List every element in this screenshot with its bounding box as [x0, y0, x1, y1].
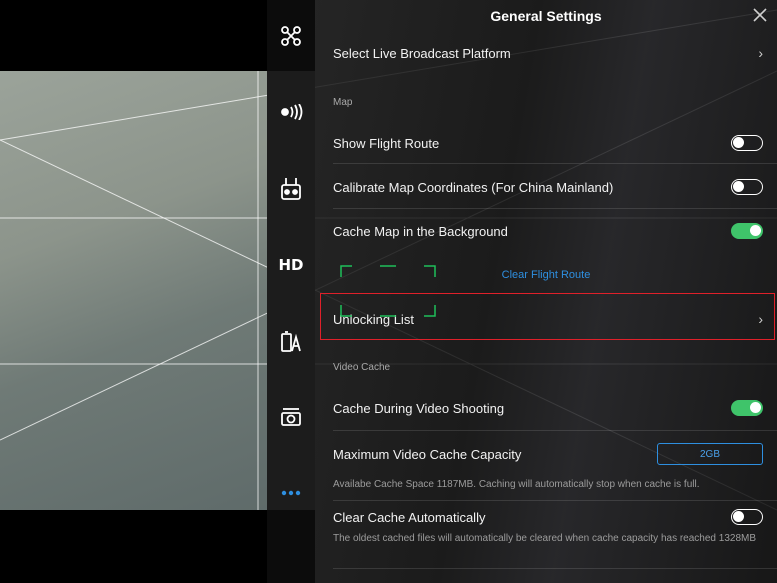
more-icon[interactable] — [267, 485, 315, 501]
show-flight-route-toggle[interactable] — [731, 135, 763, 151]
row-clear-cache-auto: Clear Cache Automatically — [315, 504, 777, 530]
section-header-video-cache: Video Cache — [333, 362, 391, 373]
battery-warning-icon[interactable] — [267, 330, 315, 354]
rail-background — [267, 71, 315, 510]
row-max-video-cache: Maximum Video Cache Capacity 2GB — [315, 440, 777, 468]
divider — [333, 208, 777, 209]
divider — [333, 163, 777, 164]
clear-cache-auto-toggle[interactable] — [731, 509, 763, 525]
divider — [333, 568, 777, 569]
cache-during-video-label: Cache During Video Shooting — [333, 401, 505, 416]
remote-controller-icon[interactable] — [267, 176, 315, 202]
signal-icon[interactable] — [267, 100, 315, 124]
calibrate-map-toggle[interactable] — [731, 179, 763, 195]
live-broadcast-label: Select Live Broadcast Platform — [333, 46, 511, 61]
aircraft-icon[interactable] — [267, 22, 315, 50]
camera-side-rail: HD — [267, 0, 315, 583]
row-live-broadcast[interactable]: Select Live Broadcast Platform › — [315, 38, 777, 70]
clear-cache-note: The oldest cached files will automatical… — [333, 533, 757, 544]
cache-capacity-select[interactable]: 2GB — [657, 443, 763, 465]
row-calibrate-map: Calibrate Map Coordinates (For China Mai… — [315, 170, 777, 204]
cache-during-video-toggle[interactable] — [731, 400, 763, 416]
selection-highlight — [320, 293, 775, 340]
close-icon[interactable] — [751, 6, 769, 24]
show-flight-route-label: Show Flight Route — [333, 136, 440, 151]
calibrate-map-label: Calibrate Map Coordinates (For China Mai… — [333, 180, 614, 195]
section-header-map: Map — [333, 97, 353, 108]
row-cache-map: Cache Map in the Background — [315, 214, 777, 248]
panel-header: General Settings — [315, 0, 777, 31]
row-cache-during-video: Cache During Video Shooting — [315, 392, 777, 426]
panel-title: General Settings — [490, 8, 602, 24]
chevron-right-icon: › — [758, 45, 763, 61]
cache-map-toggle[interactable] — [731, 223, 763, 239]
clear-cache-auto-label: Clear Cache Automatically — [333, 510, 486, 525]
divider — [333, 500, 777, 501]
cache-map-label: Cache Map in the Background — [333, 224, 508, 239]
hd-transmission-label[interactable]: HD — [267, 254, 315, 276]
camera-icon[interactable] — [267, 405, 315, 429]
divider — [333, 430, 777, 431]
max-video-cache-label: Maximum Video Cache Capacity — [333, 447, 522, 462]
row-show-flight-route: Show Flight Route — [315, 126, 777, 160]
cache-space-note: Availabe Cache Space 1187MB. Caching wil… — [333, 479, 700, 490]
